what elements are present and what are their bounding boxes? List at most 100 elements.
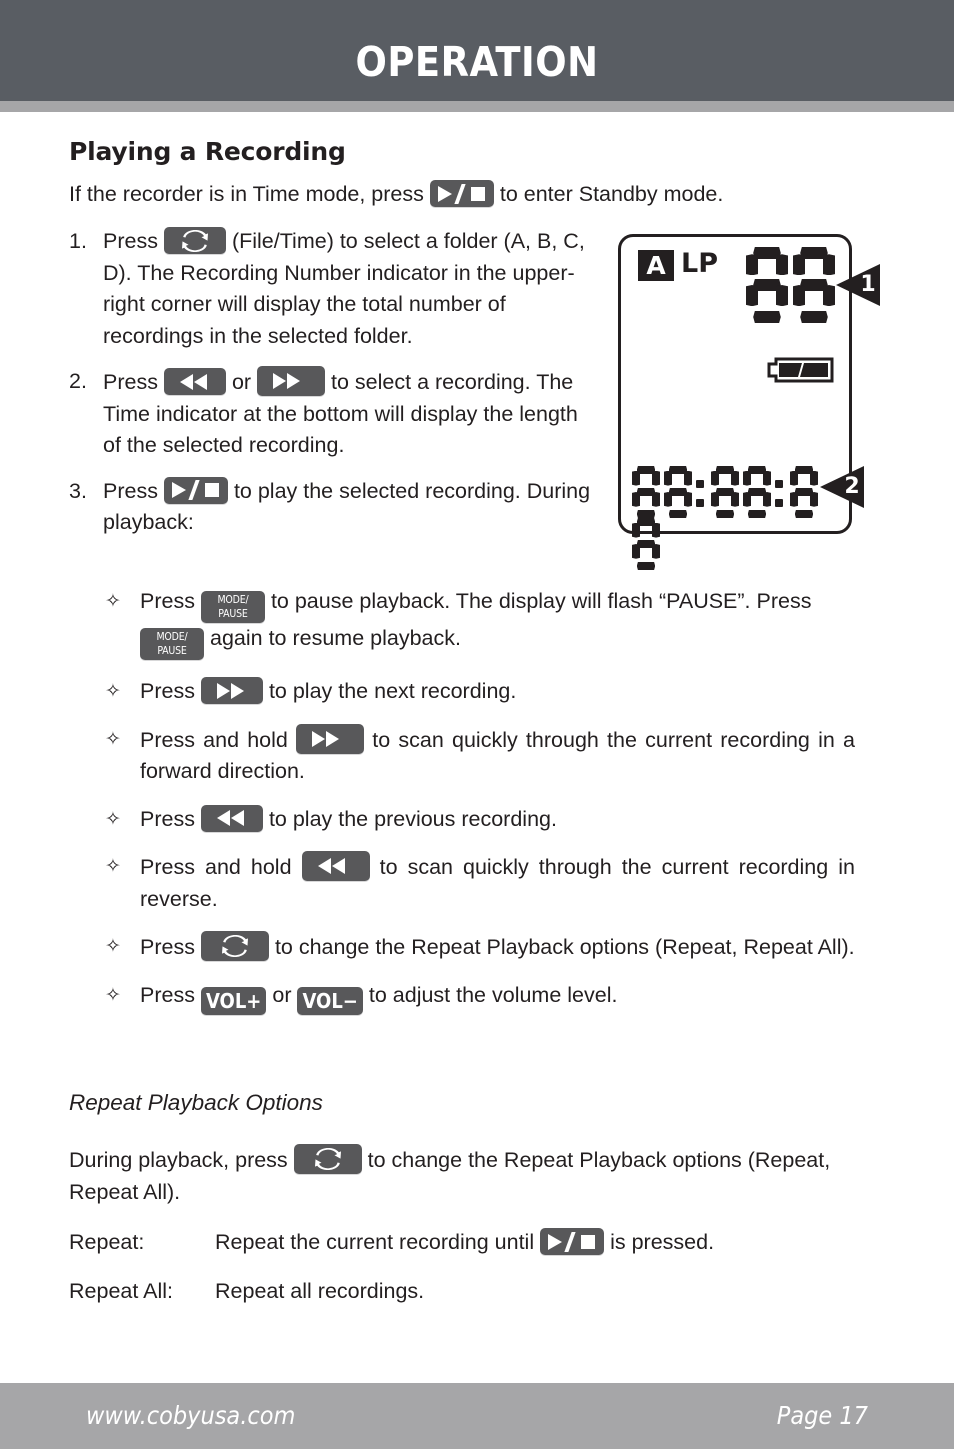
- footer-website: www.cobyusa.com: [86, 1401, 296, 1430]
- definition-text-after: is pressed.: [610, 1230, 715, 1254]
- stop-square-icon: [581, 1234, 596, 1249]
- diamond-bullet-icon: ✧: [105, 808, 121, 830]
- bullet-item-scan-forward: ✧ Press and hold to scan quickly through…: [105, 723, 855, 788]
- bullet-text-after: to play the next recording.: [268, 679, 517, 703]
- mode-pause-line-1: MODE/: [217, 594, 249, 606]
- diamond-bullet-icon: ✧: [105, 856, 121, 877]
- fast-forward-double-triangle-icon: [296, 730, 364, 747]
- folder-indicator: A: [638, 250, 674, 281]
- bullet-text-after: to change the Repeat Playback options (R…: [274, 935, 855, 959]
- bullet-text-after: to play the previous recording.: [268, 806, 557, 831]
- step-text-before: Press: [103, 370, 158, 394]
- bullet-item-next: ✧ Press to play the next recording.: [105, 676, 855, 708]
- callout-number: 2: [844, 474, 860, 499]
- fast-forward-key-icon[interactable]: [257, 366, 326, 396]
- bullet-item-volume: ✧ Press VOL+ or VOL− to adjust the volum…: [105, 980, 855, 1015]
- step-marker: 2.: [69, 369, 87, 393]
- bullet-text-before: Press: [140, 589, 195, 613]
- step-item-1: 1. Press (File/Time) to select a folder …: [69, 226, 594, 352]
- definition-term: Repeat All:: [69, 1279, 173, 1303]
- bullet-item-pause: ✧ Press MODE/ PAUSE to pause playback. T…: [105, 586, 855, 660]
- seven-segment-digit: [793, 247, 835, 323]
- definition-row-repeat-all: Repeat All: Repeat all recordings.: [69, 1276, 424, 1308]
- repeat-key-icon[interactable]: [293, 1144, 362, 1174]
- rewind-double-triangle-icon: [201, 810, 263, 826]
- callout-marker-2: 2: [820, 466, 866, 508]
- diamond-bullet-icon: ✧: [105, 728, 121, 750]
- definition-term: Repeat:: [69, 1230, 145, 1254]
- diamond-bullet-icon: ✧: [105, 984, 121, 1006]
- diamond-bullet-icon: ✧: [105, 591, 121, 612]
- playback-bullet-list: ✧ Press MODE/ PAUSE to pause playback. T…: [105, 586, 855, 1031]
- bullet-item-repeat-options: ✧ Press to change the Repeat Playback op…: [105, 931, 855, 964]
- bullet-text-before: Press: [140, 982, 195, 1007]
- repeat-loop-icon: [221, 935, 248, 957]
- mode-pause-key-icon[interactable]: MODE/ PAUSE: [200, 591, 265, 623]
- play-stop-key-icon[interactable]: [429, 180, 494, 207]
- seven-segment-digit: [664, 466, 692, 518]
- intro-text-before: If the recorder is in Time mode, press: [69, 182, 424, 206]
- numbered-steps-list: 1. Press (File/Time) to select a folder …: [69, 226, 594, 553]
- seven-segment-digit: [790, 466, 818, 518]
- play-triangle-icon: [171, 482, 186, 498]
- volume-up-key-icon[interactable]: VOL+: [200, 986, 267, 1015]
- volume-down-key-icon[interactable]: VOL−: [297, 986, 363, 1015]
- callout-marker-1: 1: [836, 264, 882, 306]
- step-marker: 1.: [69, 229, 87, 253]
- repeat-key-icon[interactable]: [163, 227, 226, 254]
- bullet-item-previous: ✧ Press to play the previous recording.: [105, 804, 855, 836]
- intro-paragraph: If the recorder is in Time mode, press t…: [69, 179, 723, 209]
- rewind-double-triangle-icon: [302, 858, 370, 874]
- callout-number: 1: [860, 272, 876, 297]
- section-heading: Playing a Recording: [69, 137, 346, 166]
- page-footer: www.cobyusa.com Page 17: [0, 1383, 954, 1449]
- mode-pause-key-icon[interactable]: MODE/ PAUSE: [140, 628, 204, 660]
- bullet-text-middle: to pause playback. The display will flas…: [270, 589, 812, 613]
- repeat-key-icon[interactable]: [200, 931, 269, 961]
- bullet-text-after: to adjust the volume level.: [368, 982, 618, 1007]
- time-indicator: [632, 466, 852, 570]
- fast-forward-double-triangle-icon: [257, 373, 325, 389]
- step-text-before: Press: [103, 229, 158, 253]
- definition-text-before: Repeat the current recording until: [215, 1230, 535, 1254]
- rewind-key-icon[interactable]: [301, 851, 370, 881]
- battery-icon: [767, 357, 834, 383]
- mode-pause-line-2: PAUSE: [218, 608, 248, 620]
- diamond-bullet-icon: ✧: [105, 681, 121, 702]
- rewind-double-triangle-icon: [164, 373, 226, 390]
- diamond-bullet-icon: ✧: [105, 936, 121, 957]
- seven-segment-digit: [711, 466, 739, 518]
- repeat-loop-icon: [181, 229, 208, 252]
- bullet-text-before: Press and hold: [140, 727, 288, 752]
- fast-forward-key-icon[interactable]: [200, 677, 263, 704]
- step-item-2: 2. Press or to select a recording. The T…: [69, 366, 594, 462]
- play-triangle-icon: [548, 1233, 563, 1250]
- quality-indicator: LP: [681, 248, 718, 279]
- seven-segment-digit: [743, 466, 771, 518]
- sub-heading-repeat-playback: Repeat Playback Options: [69, 1090, 323, 1115]
- step-item-3: 3. Press to play the selected recording.…: [69, 476, 594, 539]
- recording-number-indicator: [746, 247, 840, 323]
- definition-row-repeat: Repeat: Repeat the current recording unti…: [69, 1227, 714, 1259]
- seven-segment-digit: [632, 518, 660, 570]
- play-stop-key-icon[interactable]: [540, 1228, 605, 1255]
- repeat-description-paragraph: During playback, press to change the Rep…: [69, 1144, 859, 1208]
- rewind-key-icon[interactable]: [163, 368, 226, 395]
- step-text-middle: or: [231, 370, 252, 394]
- page-title: OPERATION: [355, 38, 599, 86]
- fast-forward-key-icon[interactable]: [296, 723, 365, 754]
- bullet-text-middle: or: [272, 982, 292, 1007]
- rewind-key-icon[interactable]: [200, 804, 263, 832]
- play-stop-key-icon[interactable]: [163, 476, 228, 504]
- repeat-loop-icon: [314, 1148, 341, 1170]
- step-marker: 3.: [69, 478, 87, 503]
- stop-square-icon: [204, 483, 219, 497]
- lcd-display-illustration: A LP: [618, 234, 852, 570]
- seven-segment-digit: [632, 466, 660, 518]
- play-triangle-icon: [437, 185, 452, 202]
- mode-pause-line-1: MODE/: [156, 631, 188, 643]
- slash-icon: [454, 183, 466, 204]
- seven-segment-colon: [696, 466, 704, 518]
- step-text-before: Press: [103, 478, 158, 503]
- bullet-text-after: again to resume playback.: [209, 626, 461, 650]
